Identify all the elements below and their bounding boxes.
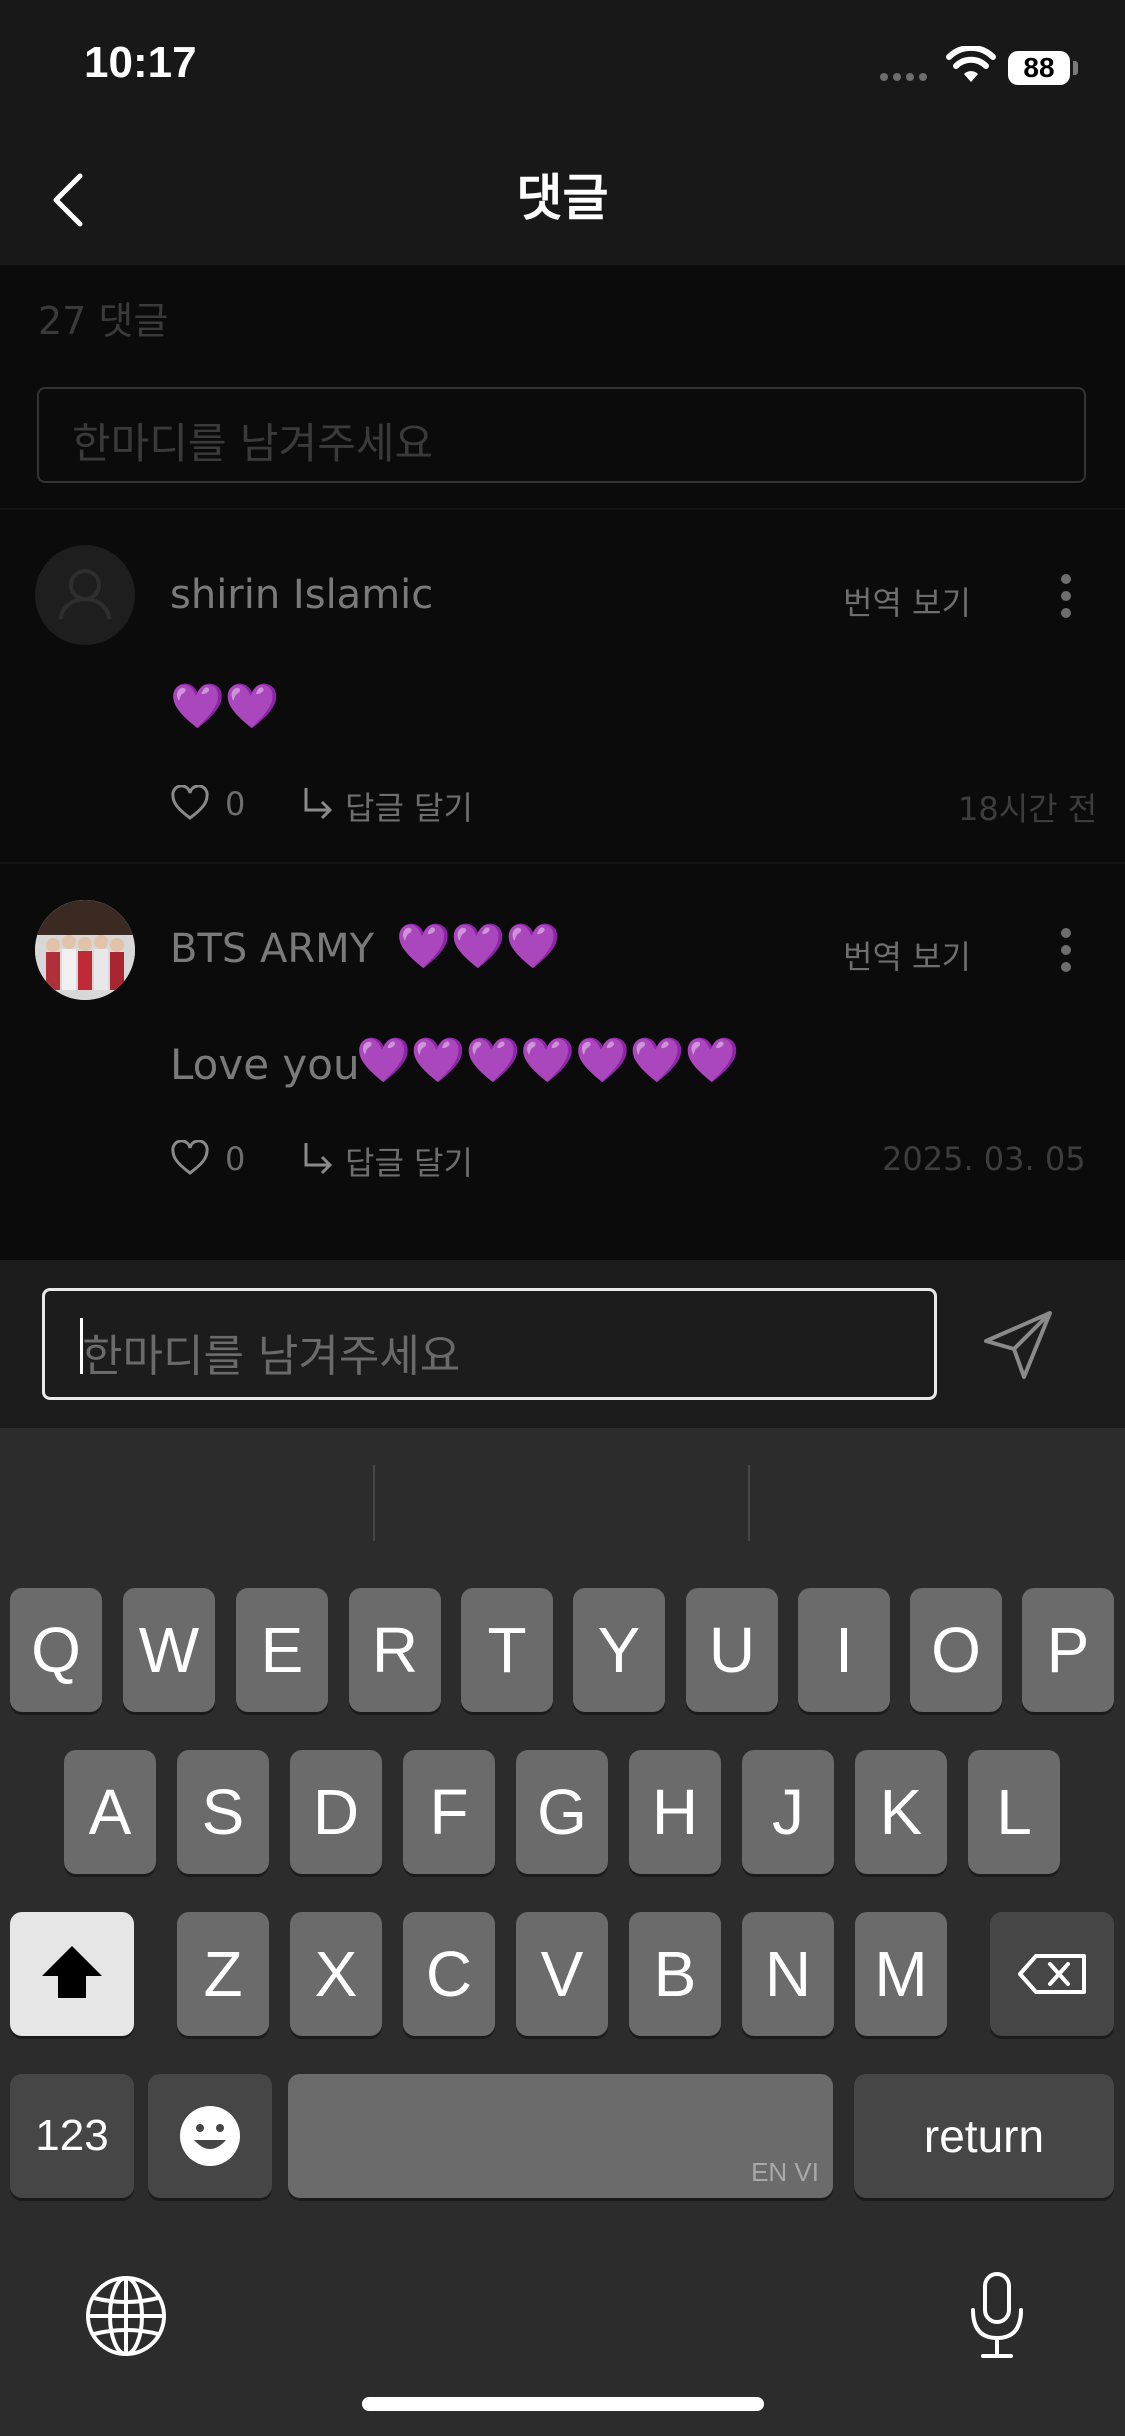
key-f[interactable]: F — [403, 1750, 495, 1874]
return-key[interactable]: return — [854, 2074, 1114, 2198]
suggestion-divider — [748, 1465, 750, 1541]
key-v[interactable]: V — [516, 1912, 608, 2036]
key-e[interactable]: E — [236, 1588, 328, 1712]
key-l[interactable]: L — [968, 1750, 1060, 1874]
numbers-key[interactable]: 123 — [10, 2074, 134, 2198]
heart-outline-icon[interactable] — [170, 785, 210, 821]
divider — [0, 862, 1125, 864]
like-count: 0 — [225, 785, 246, 823]
emoji-icon — [180, 2106, 240, 2166]
comment-username[interactable]: shirin Islamic — [170, 572, 433, 618]
group-photo — [35, 900, 135, 1000]
shift-arrow-icon — [42, 1946, 102, 1998]
key-q[interactable]: Q — [10, 1588, 102, 1712]
comment-timestamp: 18시간 전 — [958, 790, 1098, 828]
reply-arrow-icon — [304, 1143, 333, 1175]
key-h[interactable]: H — [629, 1750, 721, 1874]
globe-icon[interactable] — [84, 2274, 168, 2358]
key-a[interactable]: A — [64, 1750, 156, 1874]
default-user-icon — [59, 569, 111, 620]
microphone-icon[interactable] — [965, 2270, 1029, 2362]
comment-text-hearts: 💜💜💜💜💜💜💜 — [356, 1035, 740, 1086]
battery-tip — [1073, 61, 1078, 75]
key-b[interactable]: B — [629, 1912, 721, 2036]
key-c[interactable]: C — [403, 1912, 495, 2036]
comment-timestamp: 2025. 03. 05 — [882, 1140, 1086, 1178]
comment-input-placeholder: 한마디를 남겨주세요 — [82, 1331, 461, 1382]
key-z[interactable]: Z — [177, 1912, 269, 2036]
heart-outline-icon[interactable] — [170, 1140, 210, 1176]
reply-button[interactable]: 답글 달기 — [345, 1138, 473, 1184]
space-key[interactable]: EN VI — [288, 2074, 833, 2198]
key-y[interactable]: Y — [573, 1588, 665, 1712]
key-n[interactable]: N — [742, 1912, 834, 2036]
shift-key[interactable] — [10, 1912, 134, 2036]
cellular-signal-icon — [880, 66, 934, 81]
key-p[interactable]: P — [1022, 1588, 1114, 1712]
comment-text: Love you — [170, 1040, 360, 1089]
backspace-icon — [1018, 1954, 1086, 1994]
emoji-key[interactable] — [148, 2074, 272, 2198]
key-w[interactable]: W — [123, 1588, 215, 1712]
suggestion-divider — [373, 1465, 375, 1541]
divider — [0, 508, 1125, 510]
key-u[interactable]: U — [686, 1588, 778, 1712]
key-x[interactable]: X — [290, 1912, 382, 2036]
status-time: 10:17 — [84, 38, 197, 87]
key-j[interactable]: J — [742, 1750, 834, 1874]
key-t[interactable]: T — [461, 1588, 553, 1712]
wifi-icon — [946, 46, 996, 82]
avatar[interactable] — [35, 900, 135, 1000]
username-hearts: 💜💜💜 — [396, 921, 561, 972]
reply-button[interactable]: 답글 달기 — [345, 783, 473, 829]
top-comment-placeholder: 한마디를 남겨주세요 — [72, 419, 434, 468]
like-count: 0 — [225, 1140, 246, 1178]
comments-count: 27 댓글 — [38, 299, 169, 343]
paper-plane-icon[interactable] — [978, 1305, 1058, 1385]
key-k[interactable]: K — [855, 1750, 947, 1874]
key-g[interactable]: G — [516, 1750, 608, 1874]
comment-username[interactable]: BTS ARMY — [170, 926, 374, 972]
comment-text: 💜💜 — [170, 681, 280, 732]
battery-indicator: 88 — [1008, 51, 1070, 85]
more-options-icon[interactable] — [1061, 928, 1071, 978]
translate-button[interactable]: 번역 보기 — [843, 932, 971, 978]
delete-key[interactable] — [990, 1912, 1114, 2036]
translate-button[interactable]: 번역 보기 — [843, 578, 971, 624]
key-d[interactable]: D — [290, 1750, 382, 1874]
key-m[interactable]: M — [855, 1912, 947, 2036]
key-o[interactable]: O — [910, 1588, 1002, 1712]
key-r[interactable]: R — [349, 1588, 441, 1712]
home-indicator — [362, 2397, 764, 2411]
page-title: 댓글 — [516, 169, 609, 227]
avatar[interactable] — [35, 545, 135, 645]
more-options-icon[interactable] — [1061, 574, 1071, 624]
key-i[interactable]: I — [798, 1588, 890, 1712]
reply-arrow-icon — [304, 788, 333, 820]
key-s[interactable]: S — [177, 1750, 269, 1874]
space-language-label: EN VI — [751, 2157, 819, 2187]
